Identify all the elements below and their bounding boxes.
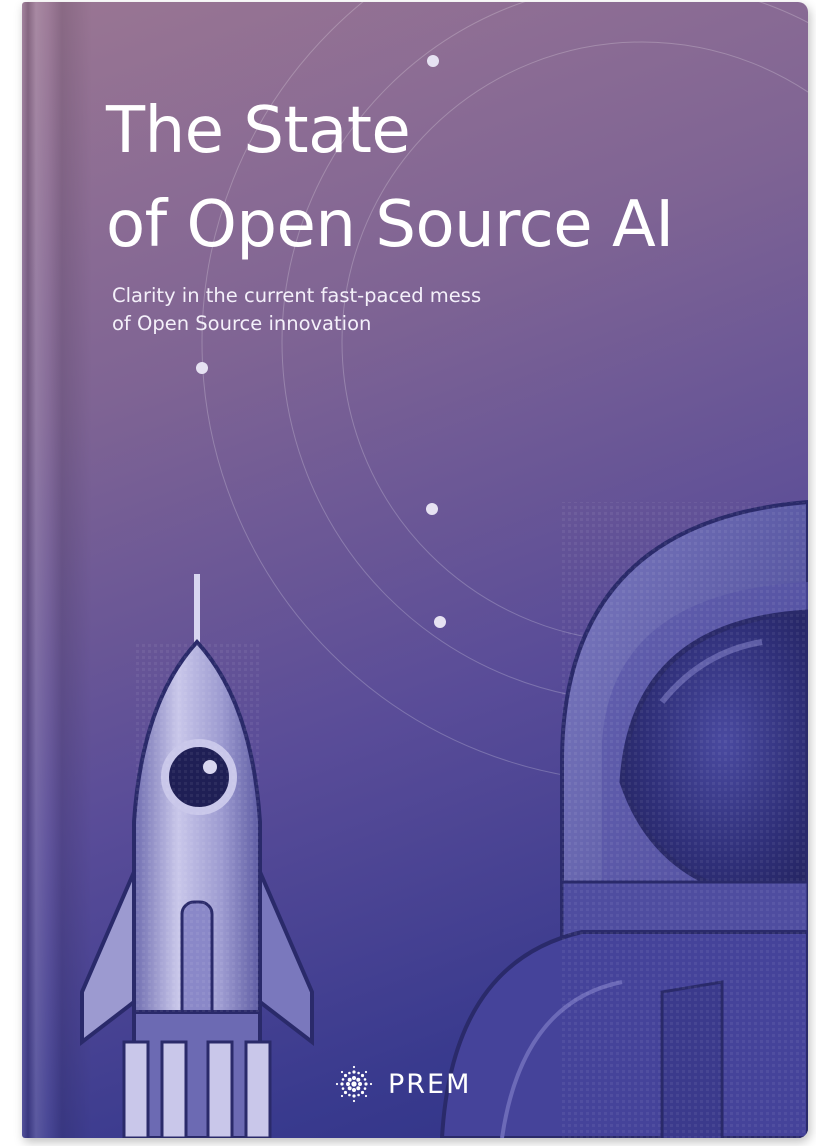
publisher-brand: PREM: [334, 1064, 471, 1104]
subtitle-line-1: Clarity in the current fast-paced mess: [112, 284, 482, 307]
book-cover: The State of Open Source AI Clarity in t…: [22, 2, 808, 1138]
book-title: The State of Open Source AI: [106, 84, 674, 272]
subtitle-line-2: of Open Source innovation: [112, 312, 372, 335]
brand-name: PREM: [388, 1068, 472, 1100]
rocket-illustration: [80, 574, 314, 1138]
astronaut-illustration: [439, 499, 808, 1138]
title-line-1: The State: [106, 94, 411, 168]
title-line-2: of Open Source AI: [106, 188, 674, 262]
prem-logo-icon: [335, 1065, 373, 1103]
book-subtitle: Clarity in the current fast-paced mess o…: [112, 282, 481, 338]
